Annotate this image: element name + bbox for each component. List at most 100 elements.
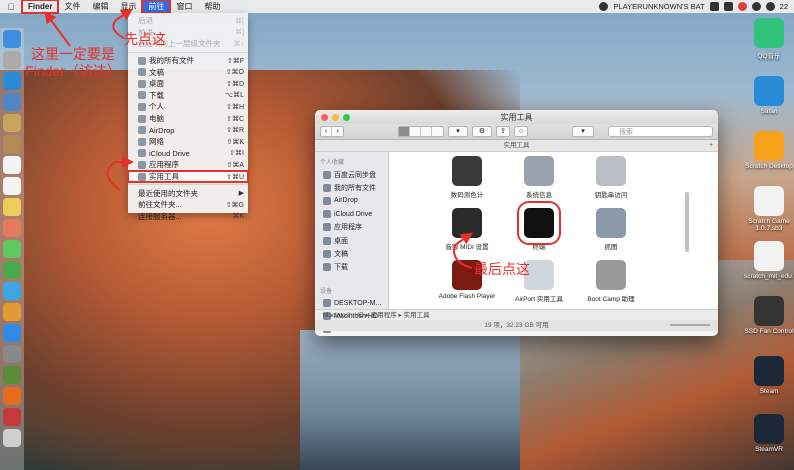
action-gear-button[interactable]: ⚙ [472,126,492,137]
back-button[interactable]: ‹ [321,127,332,136]
sidebar-item-label: 下载 [334,263,348,271]
dock-reminders-icon[interactable] [3,177,21,195]
go-menu-item-shortcut: ⇧⌘F [226,57,244,65]
file-item[interactable]: 终端 [504,201,574,251]
tag-button[interactable]: ○ [514,126,528,137]
rewind-icon[interactable] [709,2,719,11]
menu-file[interactable]: 文件 [58,0,86,13]
go-menu-item-text: 电脑 [149,114,164,124]
dock-preferences-icon[interactable] [3,345,21,363]
go-menu-item[interactable]: 应用程序 ⇧⌘A [128,159,248,171]
desktop-icon[interactable]: SSD Fan Control [744,296,794,335]
go-menu-item[interactable]: 文稿 ⇧⌘O [128,66,248,78]
menu-finder[interactable]: Finder [20,0,60,14]
go-menu-item[interactable]: 最近使用的文件夹 ▶ [128,187,248,199]
scrollbar-thumb[interactable] [685,192,689,252]
dock-app-icon[interactable] [3,408,21,426]
sidebar-item[interactable]: AirDrop [315,194,388,207]
go-menu-item-label: 电脑 [138,113,226,124]
dock-calendar-icon[interactable] [3,156,21,174]
icon-size-slider[interactable] [670,324,710,326]
menu-edit[interactable]: 编辑 [86,0,114,13]
dock-contacts-icon[interactable] [3,135,21,153]
file-item[interactable]: 数码测色计 [432,156,502,199]
dock-messages-icon[interactable] [3,240,21,258]
go-menu-item[interactable]: 前往文件夹... ⇧⌘G [128,199,248,211]
file-item[interactable]: 钥匙串访问 [576,156,646,199]
go-menu-item[interactable]: AirDrop ⇧⌘R [128,124,248,136]
sidebar-item[interactable]: 文稿 [315,247,388,260]
go-menu-item-text: iCloud Drive [149,148,190,158]
tab-title[interactable]: 实用工具 [504,142,530,149]
wifi-icon[interactable] [751,2,761,11]
file-item[interactable]: 抓图 [576,208,646,251]
icon-view-button[interactable] [399,127,410,136]
sidebar-item[interactable]: 下载 [315,260,388,273]
app-icon [596,208,626,238]
file-item[interactable]: 系统信息 [504,156,574,199]
user-icon[interactable] [765,2,775,11]
dock-preview-icon[interactable] [3,93,21,111]
go-menu-item[interactable]: 实用工具 ⇧⌘U [127,169,249,184]
dock-appstore-icon[interactable] [3,324,21,342]
dock-minecraft-icon[interactable] [3,366,21,384]
desktop-icon-image [754,131,784,161]
pause-icon[interactable] [723,2,733,11]
desktop-icon[interactable]: SteamVR [744,414,794,453]
forward-button[interactable]: › [332,127,343,136]
go-menu-item-shortcut: ⇧⌘O [225,69,244,77]
go-menu-item[interactable]: 我的所有文件 ⇧⌘F [128,55,248,67]
desktop-icon[interactable]: scratch_mit_edu.html [744,241,794,280]
dock-ibooks-icon[interactable] [3,303,21,321]
dock-notes-icon[interactable] [3,114,21,132]
go-menu-item[interactable]: iCloud Drive ⇧⌘I [128,148,248,160]
file-item[interactable]: 音频 MIDI 设置 [432,208,502,251]
dock-itunes-icon[interactable] [3,282,21,300]
sidebar-item[interactable]: DESKTOP-M... [315,297,388,310]
sidebar-item[interactable]: 应用程序 [315,221,388,234]
go-menu-item[interactable]: 个人 ⇧⌘H [128,101,248,113]
desktop-icon[interactable]: Scratch Game 1.0.7.sb3 [744,186,794,232]
sidebar-item[interactable]: 百度云同步盘 [315,168,388,181]
dock-stickies-icon[interactable] [3,198,21,216]
desktop-icon[interactable]: QQ音乐 [744,18,794,60]
dock-trash-icon[interactable] [3,429,21,447]
list-view-button[interactable] [410,127,421,136]
dropbox-button[interactable]: ▾ [572,126,594,137]
sidebar-item[interactable]: 桌面 [315,234,388,247]
go-menu-item[interactable]: 电脑 ⇧⌘C [128,113,248,125]
go-menu-item[interactable]: 连接服务器... ⌘K [128,211,248,223]
file-item[interactable]: Boot Camp 助理 [576,260,646,303]
share-button[interactable]: ⇪ [496,126,510,137]
sidebar-item-icon [323,299,331,308]
desktop-icon[interactable]: Steam [744,356,794,395]
go-menu-item[interactable]: 桌面 ⇧⌘D [128,78,248,90]
apple-menu-icon[interactable]:  [0,2,22,12]
content-scrollbar[interactable] [683,152,691,309]
file-item-label: AirPort 实用工具 [515,296,563,303]
dock-firefox-icon[interactable] [3,387,21,405]
battery-text[interactable]: 22 [780,2,788,11]
search-input[interactable]: 搜索 [608,126,713,137]
go-menu-item[interactable]: 网络 ⇧⌘K [128,136,248,148]
new-tab-button[interactable]: + [709,140,713,152]
go-menu-item[interactable]: 下载 ⌥⌘L [128,90,248,102]
dock-facetime-icon[interactable] [3,261,21,279]
menu-go[interactable]: 前往 [141,0,172,14]
finder-titlebar[interactable]: 实用工具 [315,110,718,124]
sidebar-item[interactable]: 我的所有文件 [315,181,388,194]
arrange-button[interactable]: ▾ [448,126,468,137]
menu-help[interactable]: 帮助 [198,0,226,13]
path-bar[interactable]: Macintosh HD ▸ 应用程序 ▸ 实用工具 [315,309,718,320]
sidebar-item[interactable]: iCloud Drive [315,208,388,221]
dock-photos-icon[interactable] [3,219,21,237]
menu-view[interactable]: 显示 [114,0,142,13]
menu-window[interactable]: 窗口 [170,0,198,13]
cover-flow-button[interactable] [432,127,443,136]
desktop-icon[interactable]: Scratch Desktop [744,131,794,170]
status-app-icon[interactable] [599,2,609,11]
desktop-icon[interactable]: Safari [744,76,794,115]
column-view-button[interactable] [421,127,432,136]
heart-icon[interactable] [737,2,747,11]
status-app-text[interactable]: PLAYERUNKNOWN'S BAT [613,2,704,11]
